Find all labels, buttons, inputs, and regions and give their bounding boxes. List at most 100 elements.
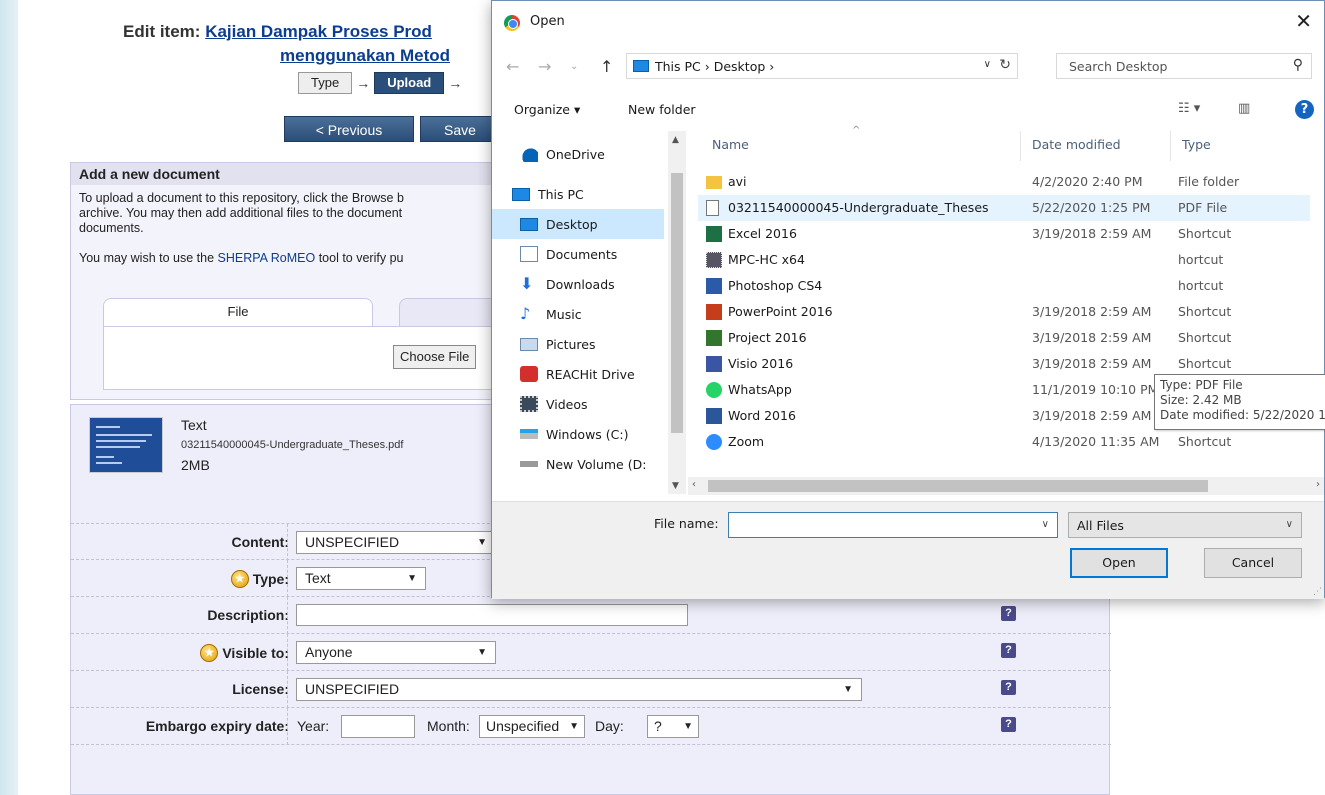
file-row-powerpoint[interactable]: PowerPoint 2016 3/19/2018 2:59 AM Shortc… (698, 299, 1310, 325)
file-row-mpc-hc[interactable]: MPC-HC x64 hortcut (698, 247, 1310, 273)
search-input[interactable]: Search Desktop ⚲ (1056, 53, 1312, 79)
breadcrumb[interactable]: This PC › Desktop › (655, 59, 774, 74)
file-row-photoshop[interactable]: Photoshop CS4 hortcut (698, 273, 1310, 299)
description-input[interactable] (296, 604, 688, 626)
file-row-zoom[interactable]: Zoom 4/13/2020 11:35 AM Shortcut (698, 429, 1310, 455)
organize-menu[interactable]: Organize ▾ (514, 102, 580, 117)
view-options-icon[interactable]: ☷ ▾ (1178, 101, 1200, 116)
content-label: Content: (231, 534, 289, 550)
nav-music[interactable]: ♪ Music (492, 299, 664, 329)
cancel-button[interactable]: Cancel (1204, 548, 1302, 578)
scroll-right-icon[interactable]: › (1316, 479, 1320, 490)
sherpa-prefix: You may wish to use the (79, 251, 218, 265)
folder-icon (706, 176, 722, 189)
embargo-label: Embargo expiry date: (145, 718, 289, 734)
nav-new-volume[interactable]: New Volume (D: (492, 449, 664, 479)
documents-icon (520, 246, 538, 262)
preview-pane-icon[interactable]: ▥ (1238, 101, 1250, 116)
help-icon[interactable]: ? (1001, 606, 1016, 621)
nav-this-pc[interactable]: This PC (492, 179, 664, 209)
new-folder-button[interactable]: New folder (628, 102, 696, 117)
search-icon[interactable]: ⚲ (1293, 57, 1303, 73)
file-tooltip: Type: PDF File Size: 2.42 MB Date modifi… (1154, 374, 1325, 430)
help-icon[interactable]: ? (1001, 717, 1016, 732)
nav-onedrive[interactable]: OneDrive (492, 139, 664, 169)
dialog-title: Open (530, 14, 565, 29)
scroll-down-icon[interactable]: ▼ (672, 481, 679, 491)
close-icon[interactable]: ✕ (1295, 9, 1312, 33)
step-type[interactable]: Type (298, 72, 353, 94)
videos-icon (520, 396, 538, 412)
word-icon (706, 408, 722, 424)
open-file-dialog: Open ✕ ← → ⌄ ↑ This PC › Desktop › ∨ ↻ S… (491, 0, 1325, 599)
column-date-modified[interactable]: Date modified (1032, 137, 1121, 152)
required-star-icon: ★ (230, 570, 249, 588)
item-title-link[interactable]: Kajian Dampak Proses Prod (205, 22, 432, 41)
nav-reachit-drive[interactable]: REACHit Drive (492, 359, 664, 389)
scrollbar-thumb[interactable] (671, 173, 683, 433)
nav-label: Windows (C:) (546, 426, 629, 442)
content-select[interactable]: UNSPECIFIED ▼ (296, 531, 496, 554)
document-size: 2MB (181, 457, 210, 473)
scrollbar-thumb[interactable] (708, 480, 1208, 492)
visible-select[interactable]: Anyone ▼ (296, 641, 496, 664)
dropdown-arrow-icon: ▼ (407, 573, 417, 584)
type-select[interactable]: Text ▼ (296, 567, 426, 590)
chevron-down-icon[interactable]: ∨ (984, 59, 991, 70)
nav-downloads[interactable]: ⬇ Downloads (492, 269, 664, 299)
step-upload[interactable]: Upload (374, 72, 445, 94)
mpc-hc-icon (706, 252, 722, 268)
file-type-filter[interactable]: All Files ∨ (1068, 512, 1302, 538)
zoom-icon (706, 434, 722, 450)
forward-icon[interactable]: → (538, 57, 551, 76)
file-row-project[interactable]: Project 2016 3/19/2018 2:59 AM Shortcut (698, 325, 1310, 351)
month-select[interactable]: Unspecified ▼ (479, 715, 585, 738)
refresh-icon[interactable]: ↻ (999, 57, 1011, 73)
horizontal-scrollbar[interactable]: ‹ › (688, 477, 1324, 495)
nav-windows-drive[interactable]: Windows (C:) (492, 419, 664, 449)
dropdown-arrow-icon: ▼ (683, 721, 693, 732)
nav-pictures[interactable]: Pictures (492, 329, 664, 359)
license-select[interactable]: UNSPECIFIED ▼ (296, 678, 862, 701)
scroll-left-icon[interactable]: ‹ (692, 479, 696, 490)
nav-label: Documents (546, 246, 618, 262)
open-button[interactable]: Open (1070, 548, 1168, 578)
file-row-excel[interactable]: Excel 2016 3/19/2018 2:59 AM Shortcut (698, 221, 1310, 247)
column-name[interactable]: Name (712, 137, 749, 152)
nav-videos[interactable]: Videos (492, 389, 664, 419)
file-row-avi[interactable]: avi 4/2/2020 2:40 PM File folder (698, 169, 1310, 195)
nav-desktop[interactable]: Desktop (492, 209, 664, 239)
save-button[interactable]: Save (420, 116, 500, 142)
back-icon[interactable]: ← (506, 57, 519, 76)
year-label: Year: (297, 718, 330, 734)
day-select[interactable]: ? ▼ (647, 715, 699, 738)
nav-label: Pictures (546, 336, 596, 352)
dropdown-arrow-icon: ▼ (477, 537, 487, 548)
desktop-icon (520, 217, 538, 231)
file-name-input[interactable]: ∨ (728, 512, 1058, 538)
nav-label: Videos (546, 396, 588, 412)
item-title-link-line2[interactable]: menggunakan Metod (280, 46, 450, 66)
column-type[interactable]: Type (1182, 137, 1211, 152)
scroll-up-icon[interactable]: ▲ (672, 135, 679, 145)
up-icon[interactable]: ↑ (600, 57, 613, 76)
powerpoint-icon (706, 304, 722, 320)
address-bar[interactable]: This PC › Desktop › ∨ ↻ (626, 53, 1018, 79)
file-row-pdf[interactable]: 03211540000045-Undergraduate_Theses 5/22… (698, 195, 1310, 221)
filter-value: All Files (1077, 518, 1124, 533)
resize-grip-icon[interactable]: ⋰ (1313, 587, 1322, 597)
document-thumbnail[interactable] (89, 417, 163, 473)
help-icon[interactable]: ? (1001, 643, 1016, 658)
recent-locations-icon[interactable]: ⌄ (570, 61, 578, 72)
choose-file-button[interactable]: Choose File (393, 345, 477, 369)
help-icon[interactable]: ? (1295, 100, 1314, 119)
previous-button[interactable]: < Previous (284, 116, 414, 142)
year-input[interactable] (341, 715, 415, 738)
help-icon[interactable]: ? (1001, 680, 1016, 695)
chevron-down-icon[interactable]: ∨ (1042, 519, 1049, 530)
license-row: License: UNSPECIFIED ▼ ? (71, 671, 1111, 708)
tab-file[interactable]: File (103, 298, 373, 326)
sherpa-romeo-link[interactable]: SHERPA RoMEO (218, 251, 316, 265)
nav-documents[interactable]: Documents (492, 239, 664, 269)
nav-scrollbar[interactable]: ▲ ▼ (668, 131, 686, 494)
